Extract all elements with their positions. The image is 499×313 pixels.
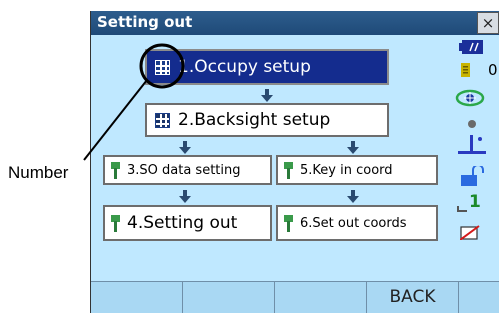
memory-icon [461,63,470,77]
menu-item-so-data-setting[interactable]: 3.SO data setting [103,155,272,185]
menu-item-setting-out[interactable]: 4.Setting out [103,205,272,241]
target-icon [455,89,485,107]
battery-icon [459,40,483,54]
window-title: Setting out [97,13,193,31]
grid-icon [155,59,170,75]
menu-item-label: 3.SO data setting [127,162,241,178]
pole-icon [284,214,293,232]
menu-item-set-out-coords[interactable]: 6.Set out coords [276,205,438,241]
back-button[interactable]: BACK [367,281,459,313]
lock-icon [461,166,484,186]
memory-value: 0 [488,61,498,79]
callout-label: Number [8,163,69,182]
menu-area: 1.Occupy setup 2.Backsight setup 3.SO da… [91,35,445,281]
status-column: 0 1 [445,35,499,281]
menu-item-key-in-coord[interactable]: 5.Key in coord [276,155,438,185]
menu-item-label: 1.Occupy setup [178,57,311,77]
menu-item-label: 2.Backsight setup [178,110,331,130]
level-icon [457,206,467,212]
comms-icon [460,225,480,240]
function-key-bar: BACK [91,281,499,313]
pole-icon [284,161,293,179]
close-button[interactable]: × [477,12,499,34]
function-key-1[interactable] [91,281,183,313]
device-screen: Setting out × 1.Occupy setup 2.Backsight… [90,11,499,313]
menu-item-label: 5.Key in coord [300,162,393,178]
function-key-3[interactable] [275,281,367,313]
grid-icon [155,112,170,128]
function-key-2[interactable] [183,281,275,313]
menu-item-occupy-setup[interactable]: 1.Occupy setup [145,49,389,85]
pole-icon [111,214,120,232]
menu-item-backsight-setup[interactable]: 2.Backsight setup [145,103,389,137]
tilt-icon [458,135,486,154]
pole-icon [111,161,120,179]
function-key-5[interactable] [459,281,499,313]
menu-item-label: 6.Set out coords [300,215,407,231]
menu-item-label: 4.Setting out [127,213,238,233]
count-value: 1 [469,192,481,212]
dot-icon [468,120,476,128]
title-bar: Setting out × [91,11,499,35]
